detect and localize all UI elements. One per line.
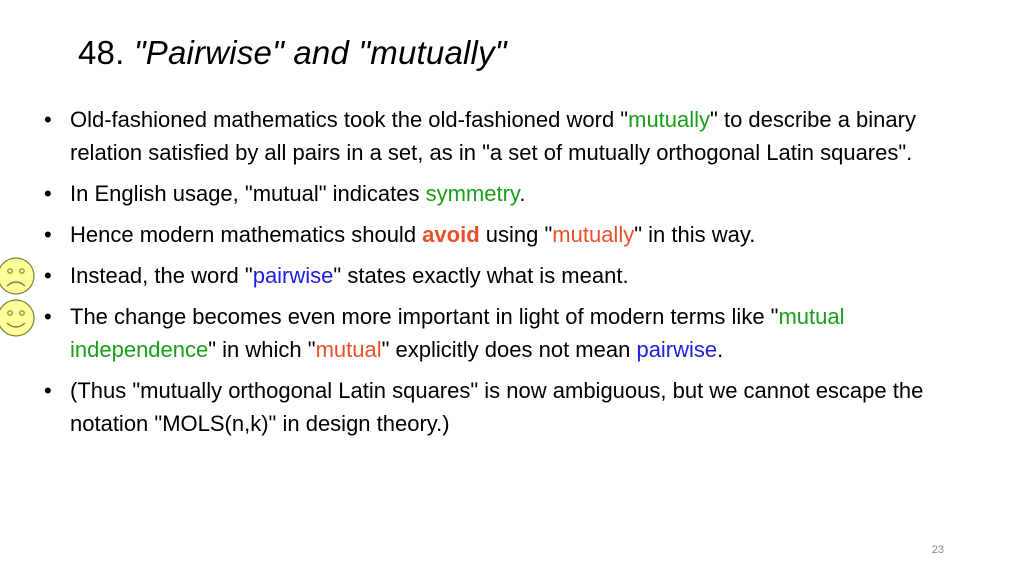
highlight-pairwise: pairwise (636, 337, 718, 362)
bullet-item-6: • (Thus "mutually orthogonal Latin squar… (0, 374, 1024, 440)
bullet-item-5: • The change becomes even more important… (0, 300, 1024, 366)
highlight-symmetry: symmetry (425, 181, 520, 206)
bullet-marker: • (44, 181, 52, 206)
bullet-marker: • (44, 222, 52, 247)
bullet-text: " in this way. (634, 222, 756, 247)
bullet-marker: • (44, 378, 52, 403)
bullet-text: " explicitly does not mean (381, 337, 637, 362)
bullet-item-2: • In English usage, "mutual" indicates s… (0, 177, 1024, 210)
bullet-text: The change becomes even more important i… (70, 304, 779, 329)
bullet-item-1: • Old-fashioned mathematics took the old… (0, 103, 1024, 169)
bullet-text: using " (479, 222, 553, 247)
page-number: 23 (931, 544, 944, 556)
highlight-mutually: mutually (552, 222, 635, 247)
bullet-text: In English usage, "mutual" indicates (70, 181, 426, 206)
bullet-list: • Old-fashioned mathematics took the old… (0, 103, 1024, 448)
bullet-item-4: • Instead, the word "pairwise" states ex… (0, 259, 1024, 292)
bullet-marker: • (44, 263, 52, 288)
bullet-marker: • (44, 304, 52, 329)
highlight-avoid: avoid (422, 222, 480, 247)
bullet-item-3: • Hence modern mathematics should avoid … (0, 218, 1024, 251)
highlight-pairwise: pairwise (252, 263, 334, 288)
bullet-text: " states exactly what is meant. (333, 263, 629, 288)
bullet-marker: • (44, 107, 52, 132)
bullet-text: " in which " (208, 337, 316, 362)
highlight-mutual: mutual (315, 337, 382, 362)
bullet-text: Instead, the word " (70, 263, 253, 288)
slide-title-text: "Pairwise" and "mutually" (133, 34, 507, 71)
bullet-text: Hence modern mathematics should (70, 222, 423, 247)
highlight-mutually: mutually (628, 107, 711, 132)
bullet-text: Old-fashioned mathematics took the old-f… (70, 107, 629, 132)
slide-title: 48. "Pairwise" and "mutually" (78, 34, 507, 72)
bullet-text: . (519, 181, 526, 206)
bullet-text: . (717, 337, 724, 362)
slide-title-number: 48. (78, 34, 125, 71)
bullet-text: (Thus "mutually orthogonal Latin squares… (70, 378, 924, 436)
